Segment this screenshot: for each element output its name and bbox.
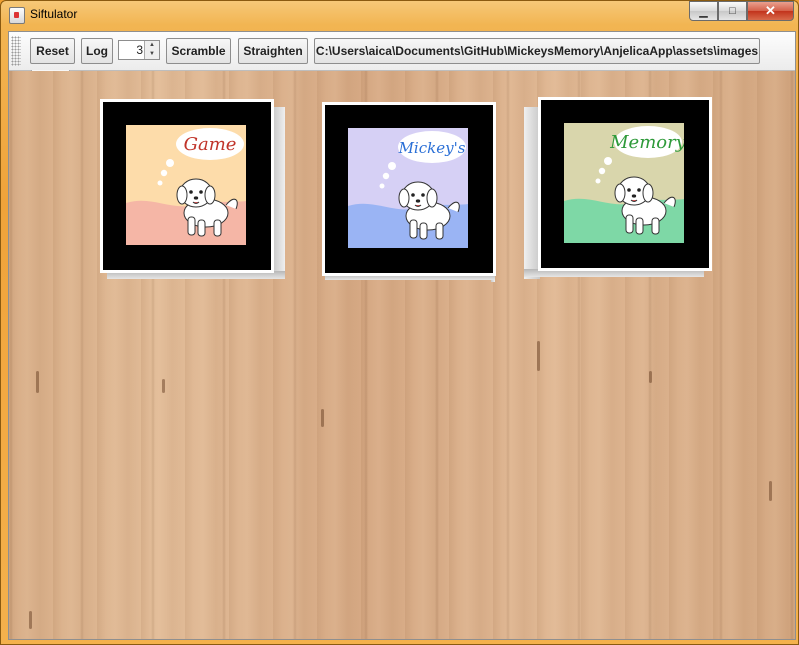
toolbar-grip-handle[interactable] <box>11 36 21 66</box>
wood-board: Game Mickey's Memory <box>9 71 795 639</box>
client-area: Reset Log 3 ▲ ▼ Scramble Straighten C:\U… <box>8 31 796 640</box>
thought-dot <box>598 167 606 175</box>
image-folder-path-button[interactable]: C:\Users\aica\Documents\GitHub\MickeysMe… <box>314 38 760 64</box>
wood-knot <box>537 341 540 371</box>
spinner-up-icon[interactable]: ▲ <box>145 41 159 50</box>
window-title: Siftulator <box>30 7 78 21</box>
thought-dot <box>166 159 174 167</box>
count-spinner[interactable]: 3 ▲ ▼ <box>118 40 160 60</box>
cube-image: Mickey's <box>348 128 468 248</box>
cube-image: Game <box>126 125 246 245</box>
bubble-word: Game <box>184 134 237 155</box>
cube-side <box>273 107 285 279</box>
thought-dot <box>604 157 612 165</box>
title-bar[interactable]: Siftulator ▁ □ ✕ <box>1 1 798 29</box>
minimize-button[interactable]: ▁ <box>689 1 718 21</box>
reset-button[interactable]: Reset <box>30 38 75 64</box>
thought-dot <box>379 183 385 189</box>
sift-cube-3[interactable]: Memory <box>524 97 714 287</box>
bubble-word: Mickey's <box>398 139 466 157</box>
wood-knot <box>29 611 32 629</box>
spinner-arrows: ▲ ▼ <box>144 41 159 59</box>
close-button[interactable]: ✕ <box>747 1 794 21</box>
log-button[interactable]: Log <box>81 38 113 64</box>
wood-knot <box>36 371 39 393</box>
thought-dot <box>595 178 601 184</box>
wood-knot <box>649 371 652 383</box>
sift-cube-1[interactable]: Game <box>99 99 289 285</box>
straighten-button[interactable]: Straighten <box>238 38 308 64</box>
wood-knot <box>162 379 165 393</box>
thought-dot <box>157 180 163 186</box>
cube-image: Memory <box>564 123 684 243</box>
toolbar: Reset Log 3 ▲ ▼ Scramble Straighten C:\U… <box>9 32 795 71</box>
thought-dot <box>382 172 390 180</box>
spinner-value: 3 <box>136 43 143 57</box>
maximize-icon: □ <box>729 5 736 17</box>
maximize-button[interactable]: □ <box>718 1 747 21</box>
bubble-word: Memory <box>609 132 684 153</box>
minimize-icon: ▁ <box>699 5 708 18</box>
thought-dot <box>388 162 396 170</box>
java-cup-icon <box>9 7 25 24</box>
caption-buttons: ▁ □ ✕ <box>689 1 794 21</box>
scramble-button[interactable]: Scramble <box>166 38 231 64</box>
close-icon: ✕ <box>765 3 776 18</box>
sift-cube-2[interactable]: Mickey's <box>321 102 511 288</box>
spinner-down-icon[interactable]: ▼ <box>145 50 159 59</box>
wood-knot <box>321 409 324 427</box>
thought-dot <box>160 169 168 177</box>
app-window: Siftulator ▁ □ ✕ Reset Log 3 ▲ ▼ Scrambl… <box>0 0 799 645</box>
wood-knot <box>769 481 772 501</box>
